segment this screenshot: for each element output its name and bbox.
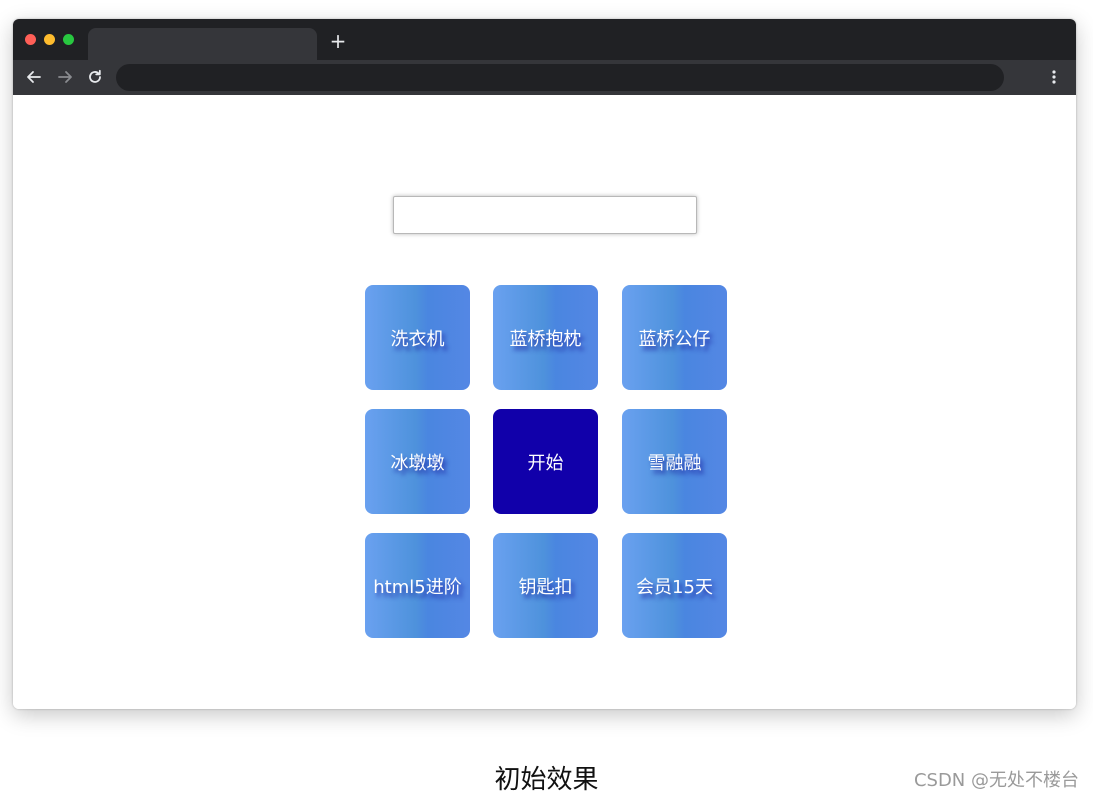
prize-result-input[interactable] <box>393 196 697 234</box>
browser-window: + 洗衣机 蓝桥抱枕 蓝桥公仔 冰墩墩 开始 雪融融 html5进阶 钥匙扣 会… <box>13 19 1076 709</box>
browser-menu-button[interactable] <box>1043 66 1065 88</box>
browser-toolbar <box>13 60 1076 95</box>
prize-cell-4[interactable]: 冰墩墩 <box>365 409 470 514</box>
prize-cell-1[interactable]: 洗衣机 <box>365 285 470 390</box>
forward-button[interactable] <box>54 66 76 88</box>
reload-button[interactable] <box>84 66 106 88</box>
new-tab-button[interactable]: + <box>329 30 347 52</box>
page-viewport: 洗衣机 蓝桥抱枕 蓝桥公仔 冰墩墩 开始 雪融融 html5进阶 钥匙扣 会员1… <box>13 95 1076 709</box>
close-window-icon[interactable] <box>25 34 36 45</box>
prize-cell-6[interactable]: html5进阶 <box>365 533 470 638</box>
arrow-right-icon <box>58 71 72 83</box>
prize-cell-8[interactable]: 会员15天 <box>622 533 727 638</box>
kebab-menu-icon <box>1052 70 1056 84</box>
address-bar[interactable] <box>116 64 1004 91</box>
prize-cell-5[interactable]: 雪融融 <box>622 409 727 514</box>
start-button[interactable]: 开始 <box>493 409 598 514</box>
arrow-left-icon <box>27 71 41 83</box>
lottery-grid: 洗衣机 蓝桥抱枕 蓝桥公仔 冰墩墩 开始 雪融融 html5进阶 钥匙扣 会员1… <box>365 285 727 638</box>
prize-cell-7[interactable]: 钥匙扣 <box>493 533 598 638</box>
reload-icon <box>89 69 101 83</box>
csdn-watermark: CSDN @无处不楼台 <box>913 770 1079 791</box>
browser-titlebar: + <box>13 19 1076 60</box>
back-button[interactable] <box>23 66 45 88</box>
browser-tab[interactable] <box>88 28 317 60</box>
minimize-window-icon[interactable] <box>44 34 55 45</box>
prize-cell-3[interactable]: 蓝桥公仔 <box>622 285 727 390</box>
maximize-window-icon[interactable] <box>63 34 74 45</box>
prize-cell-2[interactable]: 蓝桥抱枕 <box>493 285 598 390</box>
